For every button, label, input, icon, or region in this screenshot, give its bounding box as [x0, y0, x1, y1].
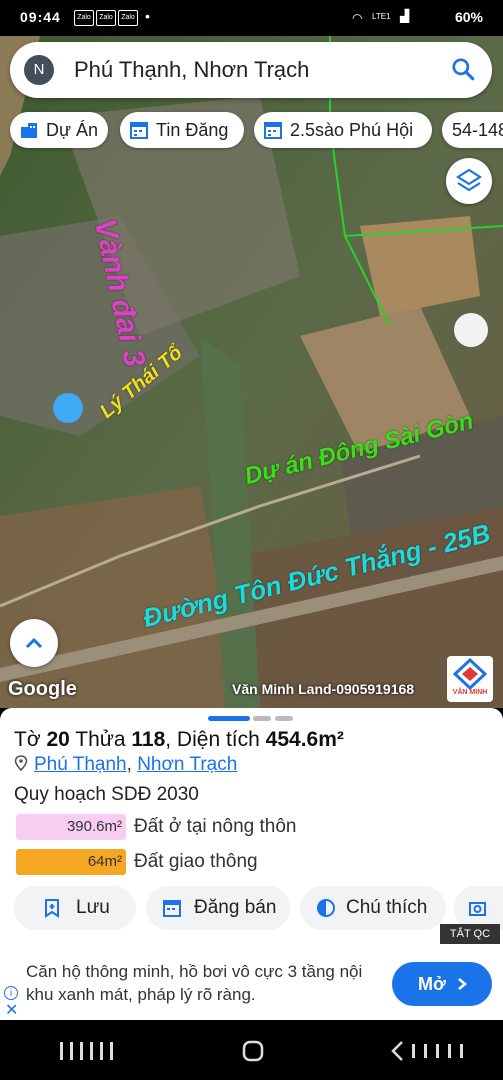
chip-du-an[interactable]: Dự Án [10, 112, 108, 148]
search-icon[interactable] [450, 56, 476, 82]
search-bar[interactable]: N Phú Thạnh, Nhơn Trạch [10, 42, 492, 98]
chip-label: Dự Án [46, 120, 99, 140]
sheet-number: 20 [46, 728, 70, 751]
sheet-page-indicator[interactable] [275, 716, 293, 721]
parcel-number: 118 [131, 728, 166, 751]
building-icon [21, 123, 37, 138]
legend-label: Chú thích [346, 897, 428, 918]
chip-label: 2.5sào Phú Hội [290, 120, 414, 140]
recent-apps-icon[interactable] [58, 1040, 124, 1062]
save-label: Lưu [76, 897, 110, 918]
contrast-icon [317, 899, 335, 917]
parcel-address: Phú Thạnh, Nhơn Trạch [14, 754, 237, 776]
chip-54-148[interactable]: 54-148 [442, 112, 503, 148]
wifi-icon: ◠ [352, 11, 363, 25]
calendar-icon [130, 122, 148, 139]
parcel-label: Thửa [75, 728, 126, 751]
district-link[interactable]: Nhơn Trạch [137, 754, 237, 775]
plan-area-residential: 390.6m² [16, 814, 126, 840]
chip-label: 54-148 [452, 120, 503, 140]
area-value: 454.6m² [265, 728, 344, 751]
ad-open-button[interactable]: Mở [392, 962, 492, 1006]
address-separator: , [126, 754, 138, 775]
plan-area-transport: 64m² [16, 849, 126, 875]
brand-logo-icon [452, 657, 488, 690]
parcel-info-sheet: Tờ 20 Thửa 118, Diện tích 454.6m² Phú Th… [0, 708, 503, 944]
layers-icon [455, 168, 483, 192]
location-pin-icon [14, 755, 28, 772]
map-watermark: Văn Minh Land-0905919168 [232, 681, 415, 697]
plan-label-transport: Đất giao thông [134, 851, 258, 872]
ad-text[interactable]: Căn hộ thông minh, hồ bơi vô cực 3 tầng … [26, 960, 386, 1006]
expand-sheet-button[interactable] [10, 619, 58, 667]
signal-icon: ▟ [400, 9, 410, 23]
zalo-notification-icon: Zalo [118, 10, 138, 26]
calendar-icon [163, 900, 181, 917]
chip-phu-hoi[interactable]: 2.5sào Phú Hội [254, 112, 432, 148]
system-nav-bar [0, 1020, 503, 1080]
area-label: , Diện tích [165, 728, 260, 751]
save-button[interactable]: Lưu [14, 886, 136, 930]
close-ad-button[interactable]: TẮT QC [440, 924, 500, 944]
brand-badge: VĂN MINH [447, 656, 493, 702]
bookmark-plus-icon [45, 899, 59, 918]
sheet-label: Tờ [14, 728, 41, 751]
back-icon[interactable] [390, 1040, 480, 1062]
plan-label-residential: Đất ở tại nông thôn [134, 816, 297, 837]
google-logo: Google [8, 678, 77, 700]
ad-banner[interactable]: Căn hộ thông minh, hồ bơi vô cực 3 tầng … [0, 944, 503, 1020]
layers-button[interactable] [446, 158, 492, 204]
home-icon[interactable] [242, 1040, 264, 1062]
post-sale-label: Đăng bán [194, 897, 277, 918]
legend-button[interactable]: Chú thích [300, 886, 446, 930]
avatar[interactable]: N [24, 55, 54, 85]
sheet-page-indicator[interactable] [253, 716, 271, 721]
post-sale-button[interactable]: Đăng bán [146, 886, 290, 930]
battery-level: 60% [454, 9, 483, 25]
network-label: LTE1 [372, 12, 391, 21]
chevron-up-icon [25, 637, 43, 649]
sheet-page-indicator-active[interactable] [208, 716, 250, 721]
search-query[interactable]: Phú Thạnh, Nhơn Trạch [74, 57, 309, 83]
ad-open-label: Mở [418, 974, 446, 994]
status-time: 09:44 [20, 9, 61, 25]
chip-tin-dang[interactable]: Tin Đăng [120, 112, 244, 148]
zalo-notification-icon: Zalo [74, 10, 94, 26]
ad-close-icon[interactable]: ✕ [5, 1000, 18, 1020]
plan-title: Quy hoạch SDĐ 2030 [14, 784, 199, 805]
ward-link[interactable]: Phú Thạnh [34, 754, 127, 775]
more-notifications-icon: • [145, 8, 150, 24]
chevron-right-icon [458, 978, 467, 990]
ad-info-icon[interactable]: i [4, 986, 18, 1000]
zalo-notification-icon: Zalo [96, 10, 116, 26]
parcel-title: Tờ 20 Thửa 118, Diện tích 454.6m² [14, 728, 344, 752]
calendar-icon [264, 122, 282, 139]
chip-label: Tin Đăng [156, 120, 229, 140]
camera-add-icon [469, 902, 486, 916]
brand-badge-text: VĂN MINH [452, 689, 488, 696]
status-bar: 09:44 Zalo Zalo Zalo • ◠ LTE1 ▟ 60% [0, 0, 503, 36]
